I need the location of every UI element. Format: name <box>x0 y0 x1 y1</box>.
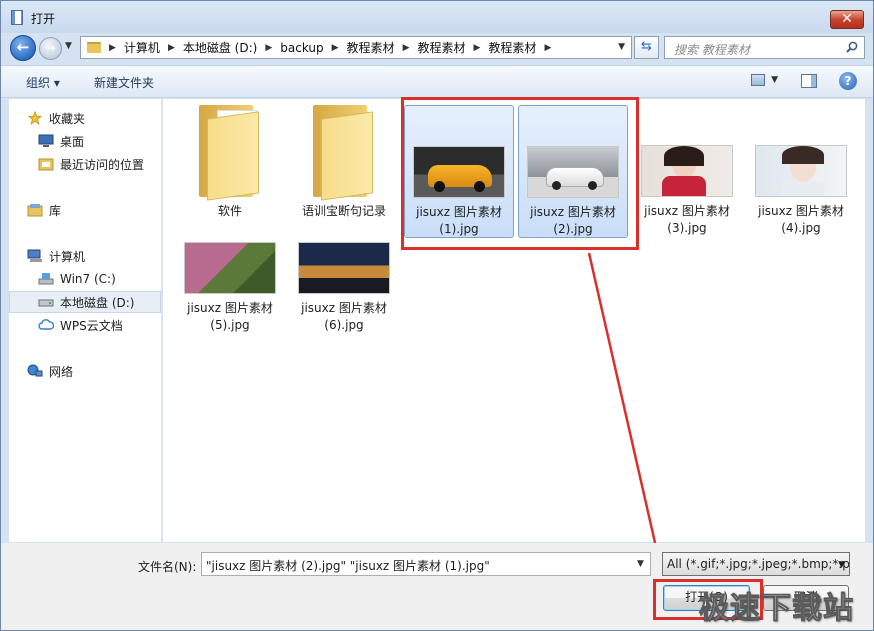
filename-input[interactable]: "jisuxz 图片素材 (2).jpg" "jisuxz 图片素材 (1).j… <box>201 552 651 576</box>
filetype-select[interactable]: All (*.gif;*.jpg;*.jpeg;*.bmp;*.p ▼ <box>662 552 850 576</box>
watermark: 极速下载站 <box>699 591 854 627</box>
filetype-value: All (*.gif;*.jpg;*.jpeg;*.bmp;*.p <box>667 557 850 571</box>
annotation-arrow <box>587 252 668 581</box>
filename-label: 文件名(N): <box>138 560 197 574</box>
chevron-down-icon: ▼ <box>838 560 845 570</box>
filename-dropdown-icon[interactable]: ▼ <box>637 559 644 569</box>
open-file-dialog: 打开 ✕ ← → ▼ ▶ 计算机 ▶ 本地磁盘 (D:) ▶ backup ▶ … <box>0 0 874 631</box>
